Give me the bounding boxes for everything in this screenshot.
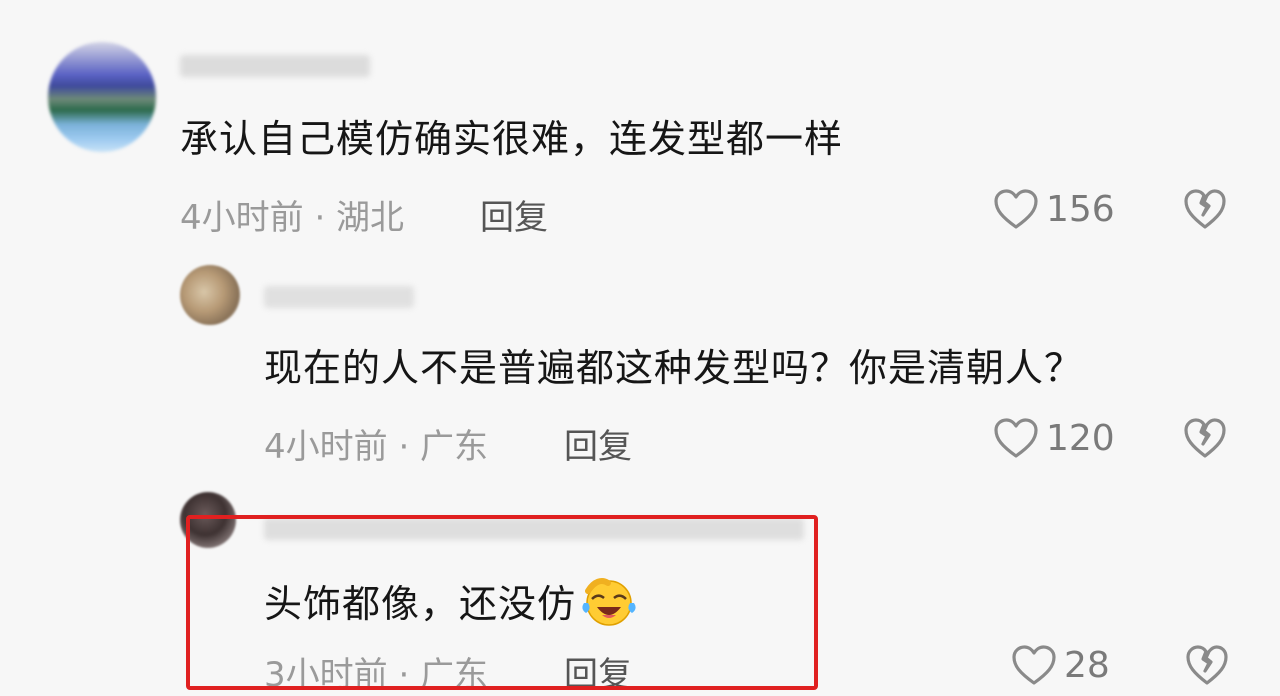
- avatar[interactable]: [48, 42, 156, 152]
- comment-text: 承认自己模仿确实很难，连发型都一样: [180, 117, 844, 161]
- comment-time-location: 4小时前 · 广东: [264, 427, 489, 467]
- like-button[interactable]: 120: [992, 416, 1115, 460]
- comment-text: 现在的人不是普遍都这种发型吗？你是清朝人？: [264, 346, 1084, 390]
- like-button[interactable]: 156: [992, 187, 1115, 231]
- reply-button[interactable]: 回复: [480, 190, 548, 239]
- like-button[interactable]: 28: [1010, 643, 1110, 687]
- broken-heart-icon[interactable]: [1184, 643, 1230, 687]
- like-count: 120: [1046, 417, 1115, 459]
- like-count: 156: [1046, 188, 1115, 230]
- avatar[interactable]: [180, 265, 240, 325]
- heart-outline-icon: [994, 189, 1038, 229]
- reply-button[interactable]: 回复: [564, 419, 632, 468]
- heart-outline-icon: [994, 418, 1038, 458]
- username-blurred[interactable]: [264, 286, 414, 308]
- highlight-box: [186, 515, 818, 690]
- like-count: 28: [1064, 644, 1110, 686]
- username-blurred[interactable]: [180, 55, 370, 77]
- broken-heart-icon[interactable]: [1182, 416, 1228, 460]
- heart-outline-icon: [1012, 645, 1056, 685]
- broken-heart-icon[interactable]: [1182, 187, 1228, 231]
- comment-time-location: 4小时前 · 湖北: [180, 198, 405, 238]
